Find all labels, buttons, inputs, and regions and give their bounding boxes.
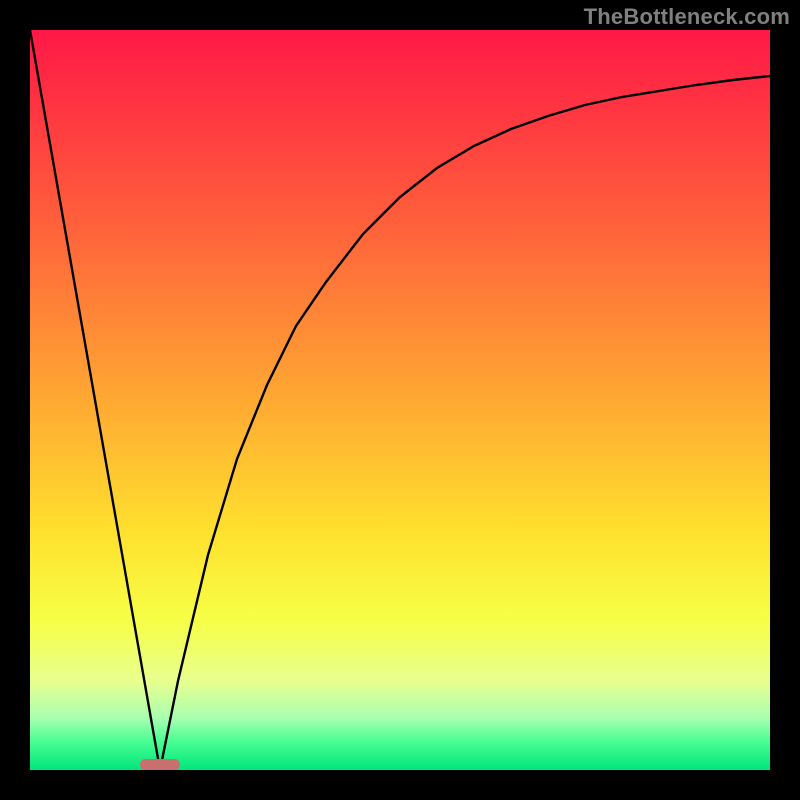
curve-svg — [30, 30, 770, 770]
curve-left-branch — [30, 30, 160, 770]
watermark-text: TheBottleneck.com — [584, 4, 790, 30]
minimum-marker — [140, 759, 180, 770]
plot-area — [30, 30, 770, 770]
curve-right-branch — [160, 76, 770, 770]
chart-frame: TheBottleneck.com — [0, 0, 800, 800]
